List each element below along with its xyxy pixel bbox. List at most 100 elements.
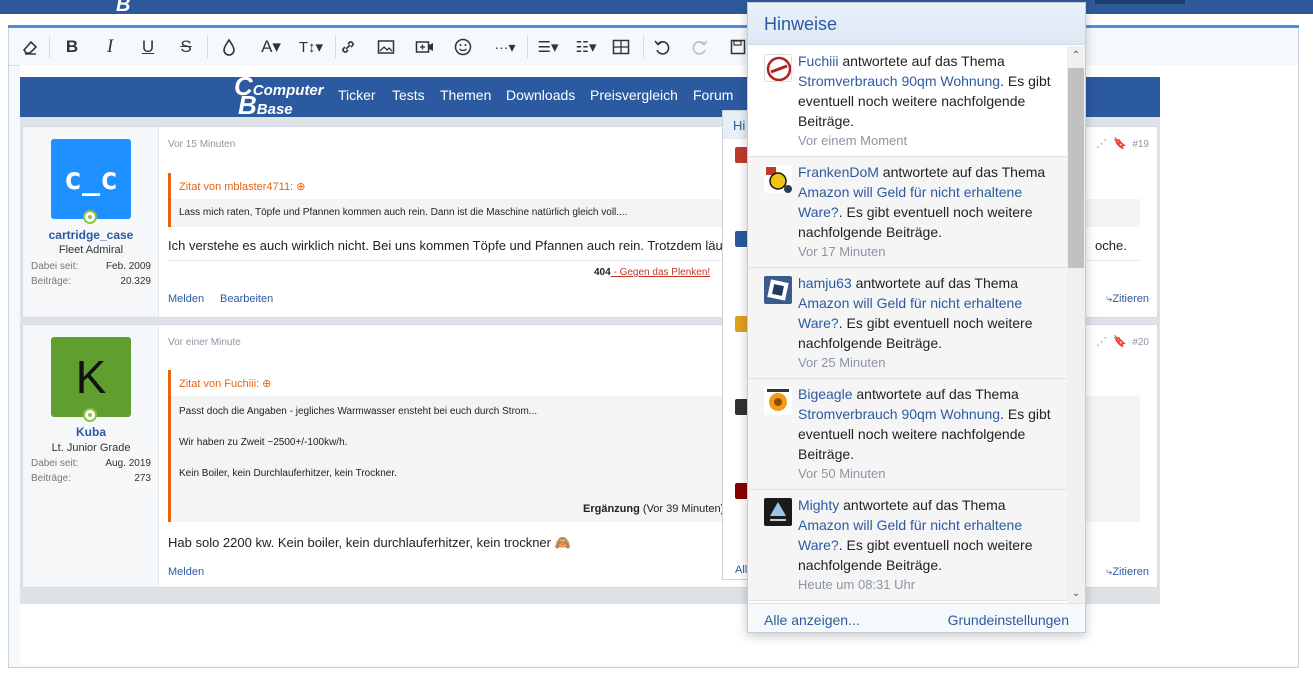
notification-time: Heute um 08:31 Uhr bbox=[798, 577, 916, 592]
user-rank: Lt. Junior Grade bbox=[51, 442, 131, 454]
quote-line: Lass mich raten, Töpfe und Pfannen komme… bbox=[179, 207, 628, 218]
notification-item[interactable]: Mighty antwortete auf das Thema Amazon w… bbox=[748, 490, 1067, 601]
notification-user[interactable]: Fuchiii bbox=[798, 53, 838, 69]
font-size-icon[interactable]: T↕▾ bbox=[291, 34, 331, 60]
text-color-icon[interactable] bbox=[214, 34, 244, 60]
notifications-scrollbar[interactable]: ⌃ ⌄ bbox=[1067, 46, 1085, 603]
notification-user[interactable]: Bigeagle bbox=[798, 386, 853, 402]
user-rank: Fleet Admiral bbox=[58, 244, 124, 256]
post-user-info: c_c cartridge_case Fleet Admiral Dabei s… bbox=[23, 127, 159, 317]
post-time[interactable]: Vor einer Minute bbox=[168, 337, 241, 348]
user-avatar-icon[interactable] bbox=[764, 387, 792, 415]
notification-thread-link[interactable]: Stromverbrauch 90qm Wohnung bbox=[798, 73, 1000, 89]
smilie-icon[interactable] bbox=[448, 34, 478, 60]
post-body: Hab solo 2200 kw. Kein boiler, kein durc… bbox=[168, 535, 571, 550]
bold-icon[interactable]: B bbox=[57, 34, 87, 60]
jump-to-quote-icon: ⊕ bbox=[296, 181, 306, 193]
notification-user[interactable]: hamju63 bbox=[798, 275, 852, 291]
quote-reply-link[interactable]: ⤷Zitieren bbox=[1106, 293, 1149, 306]
undo-icon[interactable] bbox=[647, 34, 677, 60]
notification-time: Vor einem Moment bbox=[798, 133, 908, 148]
notification-settings-link[interactable]: Grundeinstellungen bbox=[948, 612, 1069, 628]
media-icon[interactable] bbox=[410, 34, 440, 60]
post-number[interactable]: #20 bbox=[1132, 337, 1149, 348]
edit-note: Ergänzung (Vor 39 Minuten) bbox=[583, 503, 725, 515]
nav-forum[interactable]: Forum bbox=[693, 87, 733, 103]
post-number[interactable]: #19 bbox=[1132, 139, 1149, 150]
share-icon[interactable]: ⋰ bbox=[1096, 137, 1107, 150]
user-avatar-icon[interactable] bbox=[764, 165, 792, 193]
notifications-list[interactable]: Fuchiii antwortete auf das Thema Stromve… bbox=[748, 46, 1067, 603]
notifications-popup: Hinweise Fuchiii antwortete auf das Them… bbox=[747, 2, 1086, 633]
user-avatar-icon[interactable] bbox=[764, 276, 792, 304]
eraser-icon[interactable] bbox=[15, 34, 45, 60]
notification-item[interactable]: FrankenDoM antwortete auf das Thema Amaz… bbox=[748, 157, 1067, 268]
notification-user[interactable]: Mighty bbox=[798, 497, 839, 513]
nav-ticker[interactable]: Ticker bbox=[338, 87, 376, 103]
chevron-down-icon[interactable]: ⌄ bbox=[1067, 588, 1085, 599]
notification-time: Vor 17 Minuten bbox=[798, 244, 886, 259]
site-logo-fragment[interactable]: B bbox=[116, 0, 130, 17]
table-icon[interactable] bbox=[606, 34, 636, 60]
ghost-panel-footer[interactable]: All bbox=[735, 564, 747, 576]
online-status-icon bbox=[83, 408, 97, 422]
quote-reply-link[interactable]: ⤷Zitieren bbox=[1106, 566, 1149, 579]
signature: 404 - Gegen das Plenken! bbox=[594, 267, 711, 278]
user-avatar-icon[interactable] bbox=[764, 54, 792, 82]
link-icon[interactable] bbox=[333, 34, 363, 60]
scrollbar-thumb[interactable] bbox=[1068, 68, 1084, 268]
notification-time: Vor 25 Minuten bbox=[798, 355, 886, 370]
redo-icon[interactable] bbox=[685, 34, 715, 60]
user-post-count: Beiträge: 20.329 bbox=[31, 276, 151, 287]
chevron-up-icon[interactable]: ⌃ bbox=[1067, 50, 1085, 61]
notification-item[interactable]: Fuchiii antwortete auf das Thema Stromve… bbox=[748, 46, 1067, 157]
editor-toolbar: B I U S A▾ T↕▾ ···▾ ☰▾ ☷▾ bbox=[9, 28, 1298, 66]
bookmark-icon[interactable]: 🔖 bbox=[1113, 137, 1127, 150]
site-top-bar: B bbox=[0, 0, 1313, 17]
avatar[interactable]: K bbox=[51, 337, 131, 417]
post-author[interactable]: Kuba bbox=[23, 425, 159, 439]
nav-preisvergleich[interactable]: Preisvergleich bbox=[590, 87, 678, 103]
signature-link[interactable]: - Gegen das Plenken! bbox=[611, 267, 710, 278]
notification-thread-link[interactable]: Stromverbrauch 90qm Wohnung bbox=[798, 406, 1000, 422]
nav-themen[interactable]: Themen bbox=[440, 87, 491, 103]
post-user-info: K Kuba Lt. Junior Grade Dabei seit: Aug. … bbox=[23, 325, 159, 587]
bookmark-icon[interactable]: 🔖 bbox=[1113, 335, 1127, 348]
share-icon[interactable]: ⋰ bbox=[1096, 335, 1107, 348]
post-author[interactable]: cartridge_case bbox=[23, 228, 159, 242]
notifications-title: Hinweise bbox=[748, 3, 1085, 45]
show-all-link[interactable]: Alle anzeigen... bbox=[764, 612, 860, 628]
quote-line: Wir haben zu Zweit ~2500+/-100kw/h. bbox=[179, 437, 348, 448]
align-icon[interactable]: ☰▾ bbox=[531, 34, 565, 60]
post-time[interactable]: Vor 15 Minuten bbox=[168, 139, 235, 150]
user-since: Dabei seit: Feb. 2009 bbox=[31, 261, 151, 272]
computerbase-logo[interactable]: CComputer BBase bbox=[234, 77, 324, 118]
image-icon[interactable] bbox=[371, 34, 401, 60]
edit-link[interactable]: Bearbeiten bbox=[220, 293, 273, 305]
online-status-icon bbox=[83, 210, 97, 224]
nav-tests[interactable]: Tests bbox=[392, 87, 425, 103]
font-family-icon[interactable]: A▾ bbox=[253, 34, 289, 60]
notification-user[interactable]: FrankenDoM bbox=[798, 164, 879, 180]
italic-icon[interactable]: I bbox=[95, 34, 125, 60]
quote-line: Kein Boiler, kein Durchlauferhitzer, kei… bbox=[179, 468, 397, 479]
user-since: Dabei seit: Aug. 2019 bbox=[31, 458, 151, 469]
more-icon[interactable]: ···▾ bbox=[487, 34, 523, 60]
strikethrough-icon[interactable]: S bbox=[171, 34, 201, 60]
list-icon[interactable]: ☷▾ bbox=[569, 34, 603, 60]
user-post-count: Beiträge: 273 bbox=[31, 473, 151, 484]
post-body: Ich verstehe es auch wirklich nicht. Bei… bbox=[168, 238, 1127, 253]
top-bar-tab bbox=[1095, 0, 1185, 4]
underline-icon[interactable]: U bbox=[133, 34, 163, 60]
notification-item[interactable]: Bigeagle antwortete auf das Thema Stromv… bbox=[748, 379, 1067, 490]
notification-time: Vor 50 Minuten bbox=[798, 466, 886, 481]
nav-downloads[interactable]: Downloads bbox=[506, 87, 575, 103]
notification-item[interactable]: hamju63 antwortete auf das Thema Amazon … bbox=[748, 268, 1067, 379]
report-link[interactable]: Melden bbox=[168, 293, 204, 305]
notifications-footer: Alle anzeigen... Grundeinstellungen bbox=[748, 603, 1085, 632]
avatar[interactable]: c_c bbox=[51, 139, 131, 219]
jump-to-quote-icon: ⊕ bbox=[262, 378, 272, 390]
quote-line: Passt doch die Angaben - jegliches Warmw… bbox=[179, 406, 538, 417]
report-link[interactable]: Melden bbox=[168, 566, 204, 578]
user-avatar-icon[interactable] bbox=[764, 498, 792, 526]
